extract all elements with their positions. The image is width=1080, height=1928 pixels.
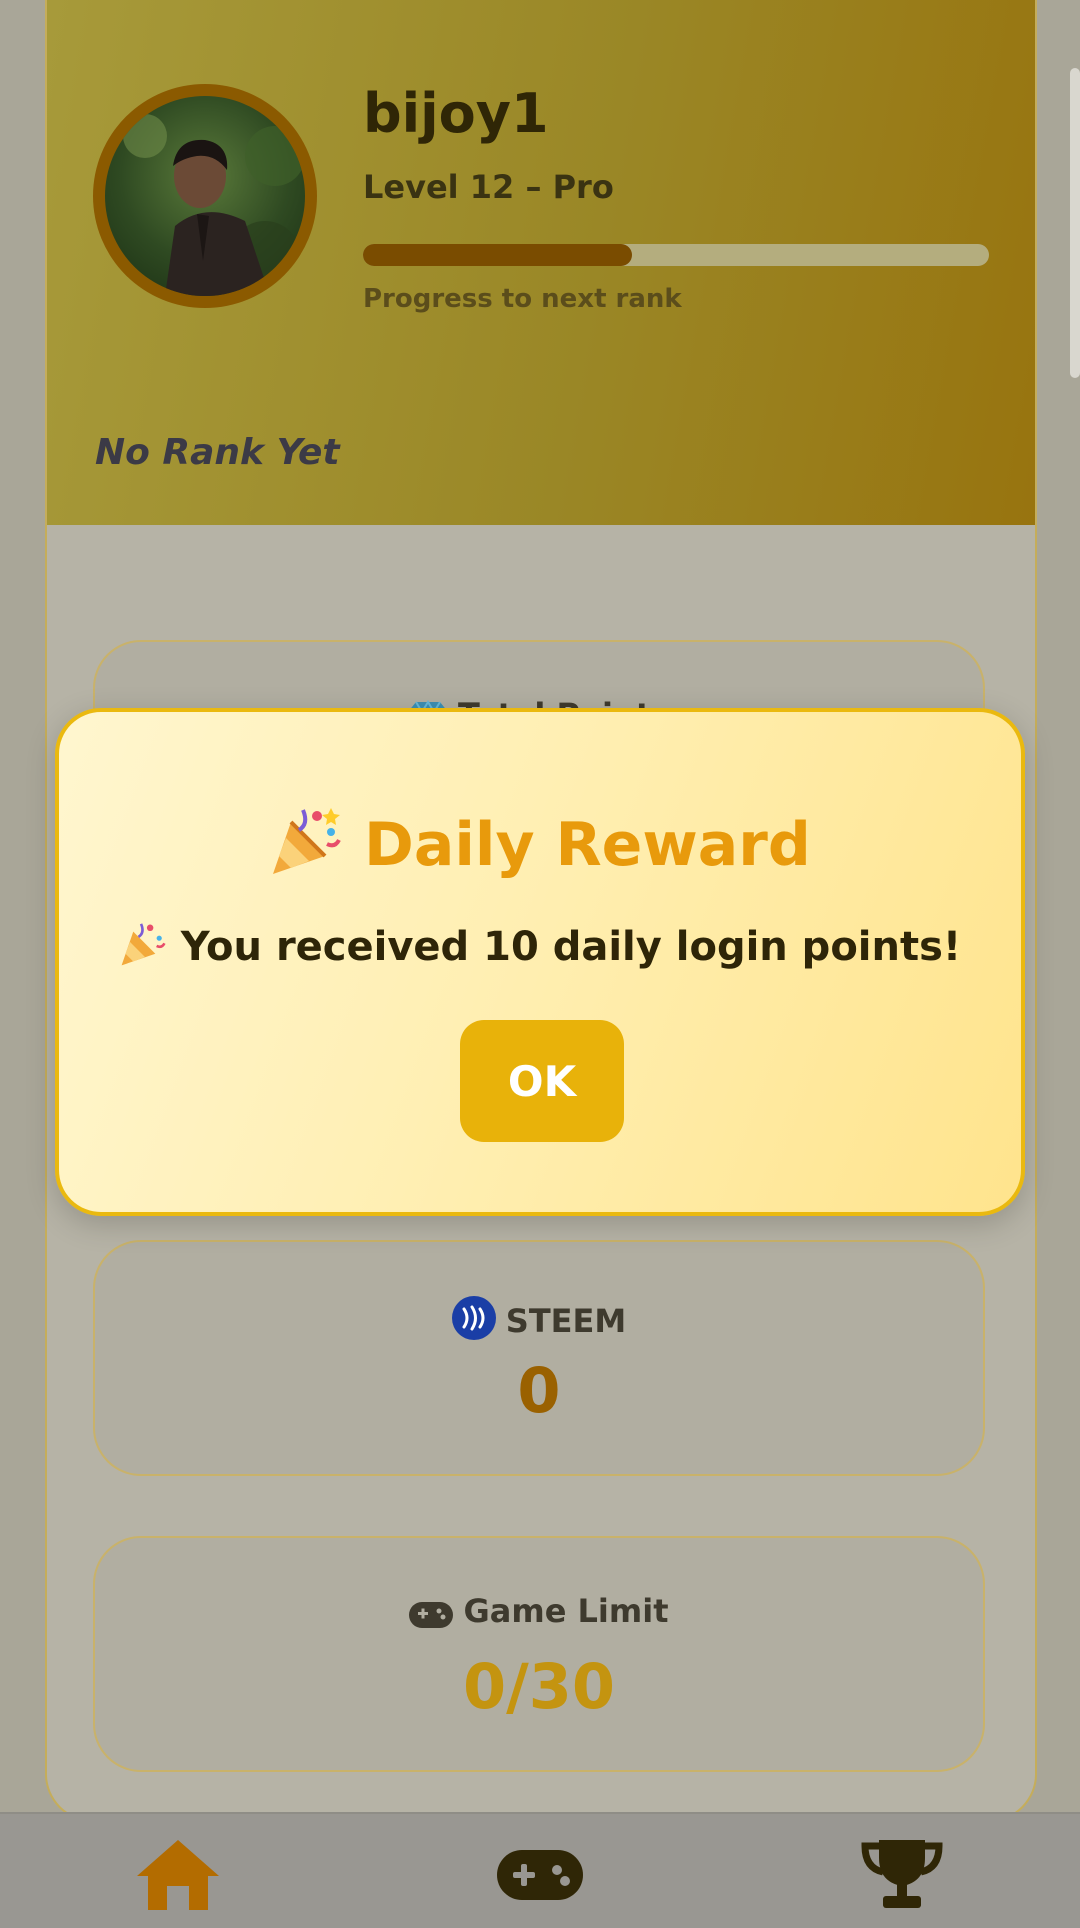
party-popper-icon xyxy=(119,920,167,978)
modal-title: Daily Reward xyxy=(59,804,1021,893)
party-popper-icon xyxy=(269,804,343,893)
stat-label: Game Limit xyxy=(95,1592,983,1638)
bottom-nav xyxy=(0,1812,1080,1928)
stat-card-game-limit: Game Limit 0/30 xyxy=(93,1536,985,1772)
rank-label: No Rank Yet xyxy=(95,432,340,473)
username: bijoy1 xyxy=(363,82,549,145)
avatar-ring xyxy=(93,84,317,308)
trophy-icon xyxy=(857,1840,947,1916)
steem-balance: 0 xyxy=(517,1354,561,1427)
stat-label: STEEM xyxy=(95,1296,983,1348)
steem-icon xyxy=(451,1296,496,1348)
stat-label-text: Game Limit xyxy=(463,1592,669,1630)
gamepad-icon xyxy=(495,1850,585,1916)
nav-games[interactable] xyxy=(495,1836,585,1912)
modal-message: You received 10 daily login points! xyxy=(59,920,1021,978)
game-limit-value: 0/30 xyxy=(462,1650,616,1723)
ok-button[interactable]: OK xyxy=(460,1020,624,1142)
home-icon xyxy=(133,1840,223,1916)
rank-progress-fill xyxy=(363,244,633,266)
profile-header: bijoy1 Level 12 – Pro Progress to next r… xyxy=(47,0,1035,525)
level-label: Level 12 – Pro xyxy=(363,168,614,206)
rank-progress-bar xyxy=(363,244,989,266)
nav-leaderboard[interactable] xyxy=(857,1836,947,1912)
progress-caption: Progress to next rank xyxy=(363,284,682,314)
gamepad-icon xyxy=(409,1600,454,1638)
avatar[interactable] xyxy=(105,96,305,296)
stat-card-steem: STEEM 0 xyxy=(93,1240,985,1476)
scrollbar[interactable] xyxy=(1070,68,1080,378)
nav-home[interactable] xyxy=(133,1836,223,1912)
modal-title-text: Daily Reward xyxy=(364,810,811,881)
daily-reward-modal: Daily Reward You received 10 daily login… xyxy=(55,708,1025,1216)
modal-message-text: You received 10 daily login points! xyxy=(180,924,962,970)
stat-label-text: STEEM xyxy=(505,1302,627,1340)
